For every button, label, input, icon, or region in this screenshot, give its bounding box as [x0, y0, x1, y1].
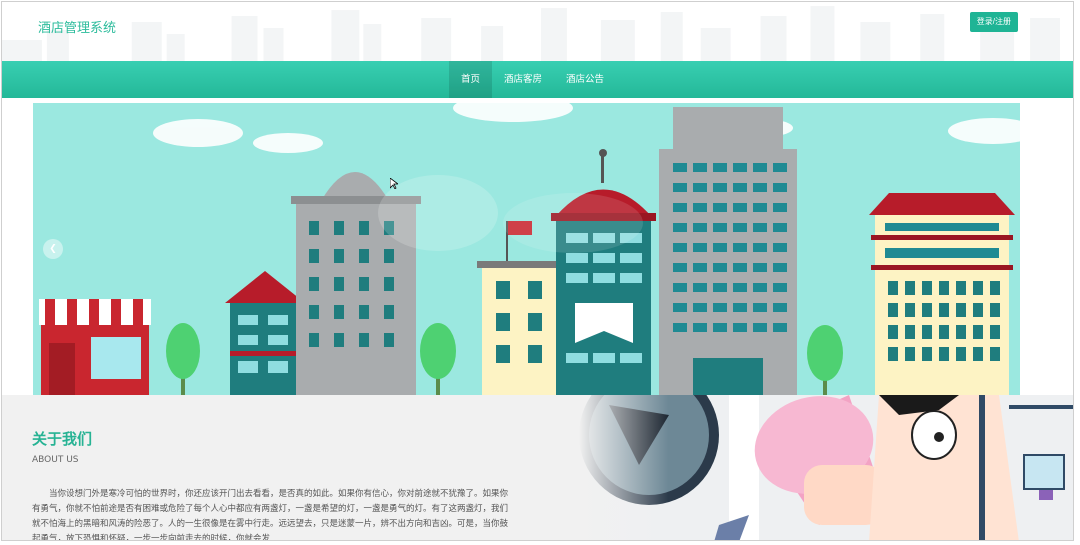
header-skyline-decoration	[2, 6, 1061, 61]
about-subtitle: ABOUT US	[32, 455, 79, 465]
about-title: 关于我们	[32, 430, 93, 448]
mouse-cursor-icon	[390, 178, 398, 189]
nav-items: 首页 酒店客房 酒店公告	[449, 61, 616, 98]
nav-item-rooms[interactable]: 酒店客房	[492, 61, 554, 98]
carousel-prev-icon[interactable]: ❮	[43, 239, 63, 259]
about-section: 关于我们 ABOUT US 当你设想门外是寒冷可怕的世界时，你还应该开门出去看看…	[2, 395, 1073, 541]
banner-carousel[interactable]	[33, 103, 1020, 395]
nav-item-home[interactable]: 首页	[449, 61, 493, 98]
login-register-button[interactable]: 登录/注册	[969, 12, 1018, 32]
browser-viewport: 酒店管理系统 登录/注册 首页 酒店客房 酒店公告 ❮ 关于我们 ABOUT U…	[1, 1, 1074, 541]
banner-city-illustration	[33, 103, 1020, 395]
about-text: 当你设想门外是寒冷可怕的世界时，你还应该开门出去看看，是否真的如此。如果你有信心…	[32, 489, 509, 541]
site-title[interactable]: 酒店管理系统	[38, 17, 116, 36]
about-cartoon-illustration	[579, 395, 1073, 540]
nav-item-notices[interactable]: 酒店公告	[554, 61, 616, 98]
main-nav: 首页 酒店客房 酒店公告	[2, 61, 1073, 98]
site-header: 酒店管理系统 登录/注册	[2, 2, 1073, 61]
